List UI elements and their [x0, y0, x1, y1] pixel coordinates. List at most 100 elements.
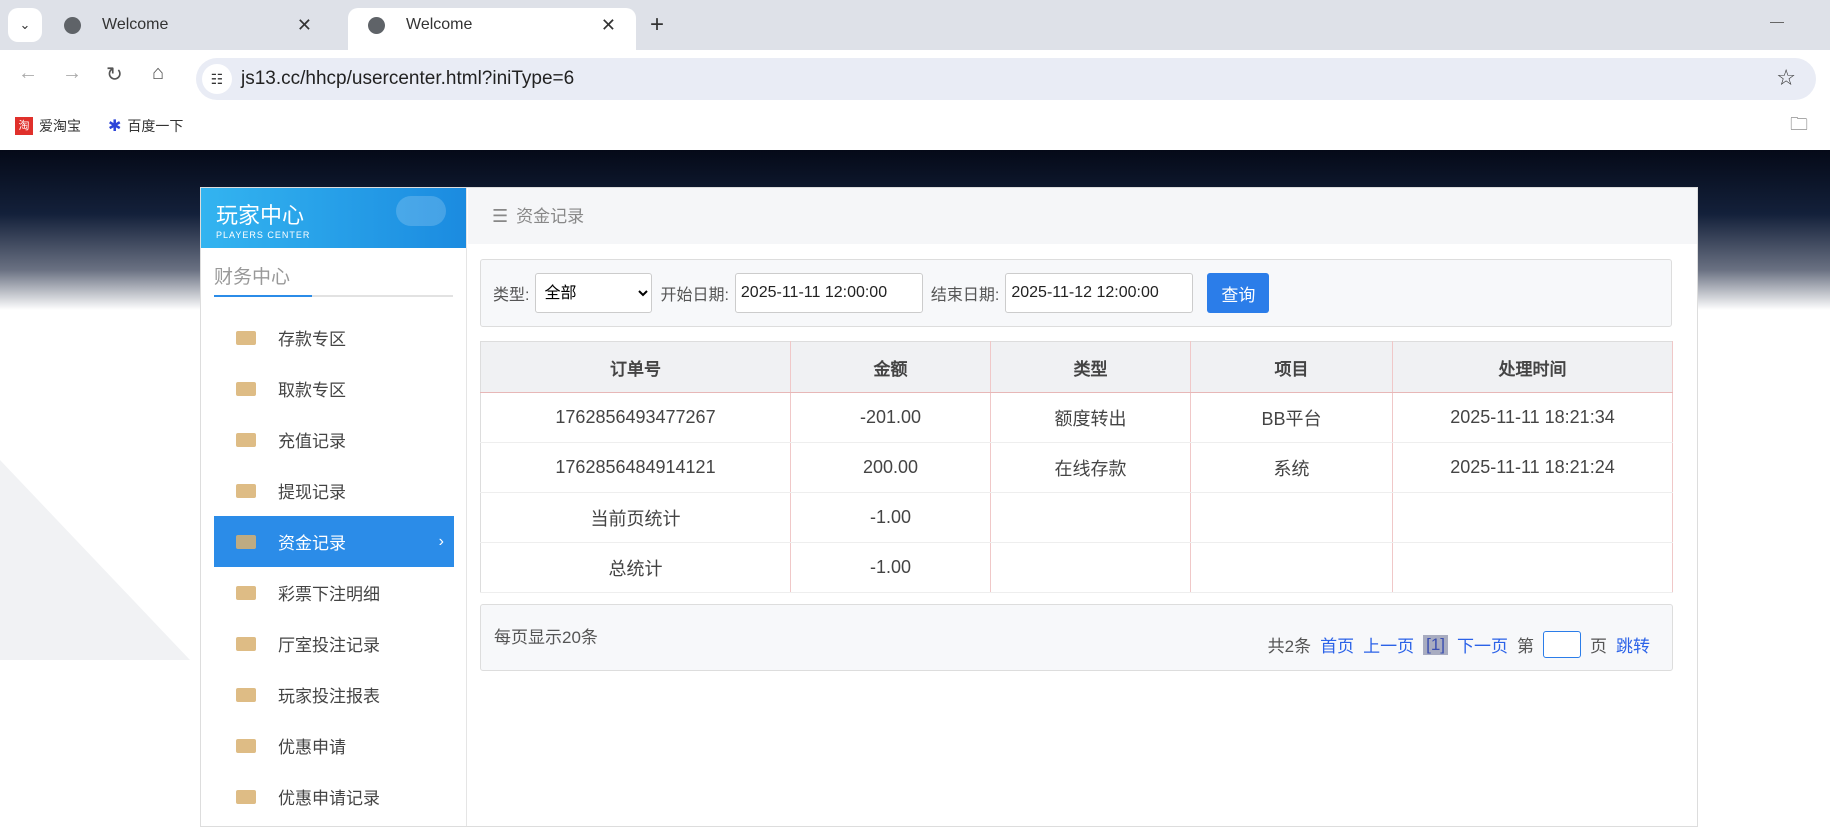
- page-suffix: 页: [1590, 637, 1607, 656]
- tab-2[interactable]: Welcome ✕: [348, 8, 636, 50]
- folder-icon[interactable]: 🗀: [1790, 112, 1808, 142]
- sidebar-item-label: 彩票下注明细: [278, 585, 380, 604]
- cell: [990, 542, 1191, 593]
- sidebar-item-label: 玩家投注报表: [278, 687, 380, 706]
- sidebar-item-label: 存款专区: [278, 330, 346, 349]
- sidebar-item-label: 厅室投注记录: [278, 636, 380, 655]
- sidebar-item-promo-records[interactable]: 优惠申请记录: [214, 771, 454, 822]
- type-label: 类型:: [493, 287, 530, 304]
- query-button[interactable]: 查询: [1207, 273, 1270, 313]
- bookmark-label: 爱淘宝: [39, 118, 81, 134]
- chevron-right-icon: ›: [438, 532, 444, 550]
- home-icon[interactable]: ⌂: [152, 62, 164, 85]
- prev-page-link[interactable]: 上一页: [1363, 632, 1414, 657]
- sidebar-item-label: 提现记录: [278, 483, 346, 502]
- bookmark-baidu[interactable]: ✱ 百度一下: [108, 116, 183, 136]
- sidebar-item-bet-report[interactable]: 玩家投注报表: [214, 669, 454, 720]
- sidebar-item-recharge-records[interactable]: 充值记录: [214, 414, 454, 465]
- ticket-icon: [236, 585, 256, 600]
- cell: BB平台: [1190, 392, 1393, 443]
- wallet-icon: [236, 534, 256, 549]
- jump-link[interactable]: 跳转: [1616, 632, 1650, 657]
- column-header-amount: 金额: [790, 341, 991, 393]
- url-text[interactable]: js13.cc/hhcp/usercenter.html?iniType=6: [241, 68, 574, 90]
- bookmark-star-icon[interactable]: ☆: [1776, 65, 1796, 91]
- wallet-icon: [236, 483, 256, 498]
- total-count: 共2条: [1267, 637, 1312, 656]
- bookmarks-bar: 淘爱淘宝 ✱ 百度一下 🗀: [0, 100, 1830, 150]
- page-prefix: 第: [1517, 637, 1534, 656]
- sidebar-item-withdraw[interactable]: 取款专区: [214, 363, 454, 414]
- sidebar-item-withdraw-records[interactable]: 提现记录: [214, 465, 454, 516]
- cell: 1762856484914121: [480, 442, 791, 493]
- cell: -201.00: [790, 392, 991, 443]
- new-tab-button[interactable]: +: [650, 8, 664, 42]
- menu-icon: ☰: [492, 206, 509, 226]
- cell: [990, 492, 1191, 543]
- start-date-input[interactable]: [734, 273, 923, 313]
- tab-search-button[interactable]: ⌄: [8, 8, 42, 42]
- first-page-link[interactable]: 首页: [1320, 632, 1354, 657]
- total-summary-row: 总统计 -1.00: [480, 542, 1673, 593]
- sidebar-item-deposit[interactable]: 存款专区: [214, 312, 454, 363]
- cell: -1.00: [790, 492, 991, 543]
- sidebar-item-promo-apply[interactable]: 优惠申请: [214, 720, 454, 771]
- chart-icon: [236, 687, 256, 702]
- globe-icon: [64, 17, 81, 34]
- url-bar[interactable]: ☷ js13.cc/hhcp/usercenter.html?iniType=6…: [196, 58, 1816, 100]
- per-page-text: 每页显示20条: [494, 628, 598, 647]
- pagination-bar: 每页显示20条 共2条 首页 上一页 [1] 下一页 第 页 跳转: [480, 604, 1673, 671]
- sidebar-item-label: 取款专区: [278, 381, 346, 400]
- cell: 在线存款: [990, 442, 1191, 493]
- money-bag-icon: [236, 432, 256, 447]
- list-icon: [236, 789, 256, 804]
- globe-icon: [368, 17, 385, 34]
- tab-1[interactable]: Welcome ✕: [44, 8, 332, 50]
- reload-icon[interactable]: ↻: [106, 62, 123, 87]
- forward-icon[interactable]: →: [62, 62, 82, 85]
- main-content: ☰ 资金记录 类型: 全部 开始日期: 结束日期: 查询 订单号 金额 类型 项目…: [468, 188, 1697, 826]
- sidebar-item-label: 充值记录: [278, 432, 346, 451]
- page-number-input[interactable]: [1543, 631, 1581, 658]
- column-header-time: 处理时间: [1392, 341, 1673, 393]
- current-page: [1]: [1423, 634, 1448, 655]
- bookmark-taobao[interactable]: 淘爱淘宝: [15, 116, 81, 136]
- table-row: 1762856493477267 -201.00 额度转出 BB平台 2025-11-1…: [480, 392, 1673, 443]
- cell: 1762856493477267: [480, 392, 791, 443]
- back-icon[interactable]: ←: [18, 62, 38, 85]
- type-select[interactable]: 全部: [535, 273, 653, 313]
- cell: [1190, 492, 1393, 543]
- next-page-link[interactable]: 下一页: [1457, 632, 1508, 657]
- hand-money-icon: [236, 381, 256, 396]
- column-header-item: 项目: [1190, 341, 1393, 393]
- end-date-label: 结束日期:: [930, 287, 1000, 304]
- bookmark-label: 百度一下: [127, 118, 184, 134]
- column-header-order-no: 订单号: [480, 341, 791, 393]
- sidebar-brand: 玩家中心 PLAYERS CENTER: [201, 188, 466, 248]
- brand-subtitle: PLAYERS CENTER: [216, 230, 311, 240]
- column-header-type: 类型: [990, 341, 1191, 393]
- decorative-shape: [0, 460, 190, 660]
- close-icon[interactable]: ✕: [297, 8, 312, 42]
- tab-title: Welcome: [102, 16, 169, 33]
- end-date-input[interactable]: [1005, 273, 1194, 313]
- cell: -1.00: [790, 542, 991, 593]
- cell: 2025-11-11 18:21:34: [1392, 392, 1673, 443]
- table-row: 1762856484914121 200.00 在线存款 系统 2025-11-11 1…: [480, 442, 1673, 493]
- taobao-icon: 淘: [15, 117, 33, 135]
- close-icon[interactable]: ✕: [601, 8, 616, 42]
- minimize-button[interactable]: [1770, 22, 1784, 23]
- gift-icon: [236, 738, 256, 753]
- sidebar-section-title: 财务中心: [214, 262, 453, 297]
- page-summary-row: 当前页统计 -1.00: [480, 492, 1673, 543]
- page-title-bar: ☰ 资金记录: [468, 188, 1697, 244]
- sidebar-item-label: 优惠申请记录: [278, 789, 380, 808]
- tab-title: Welcome: [406, 16, 473, 33]
- site-settings-icon[interactable]: ☷: [202, 64, 232, 94]
- sidebar-item-hall-bets[interactable]: 厅室投注记录: [214, 618, 454, 669]
- tab-bar: ⌄ Welcome ✕ Welcome ✕ +: [0, 0, 1830, 50]
- cell: [1392, 542, 1673, 593]
- sidebar-item-fund-records[interactable]: 资金记录 ›: [214, 516, 454, 567]
- cell: [1392, 492, 1673, 543]
- sidebar-item-lottery-bets[interactable]: 彩票下注明细: [214, 567, 454, 618]
